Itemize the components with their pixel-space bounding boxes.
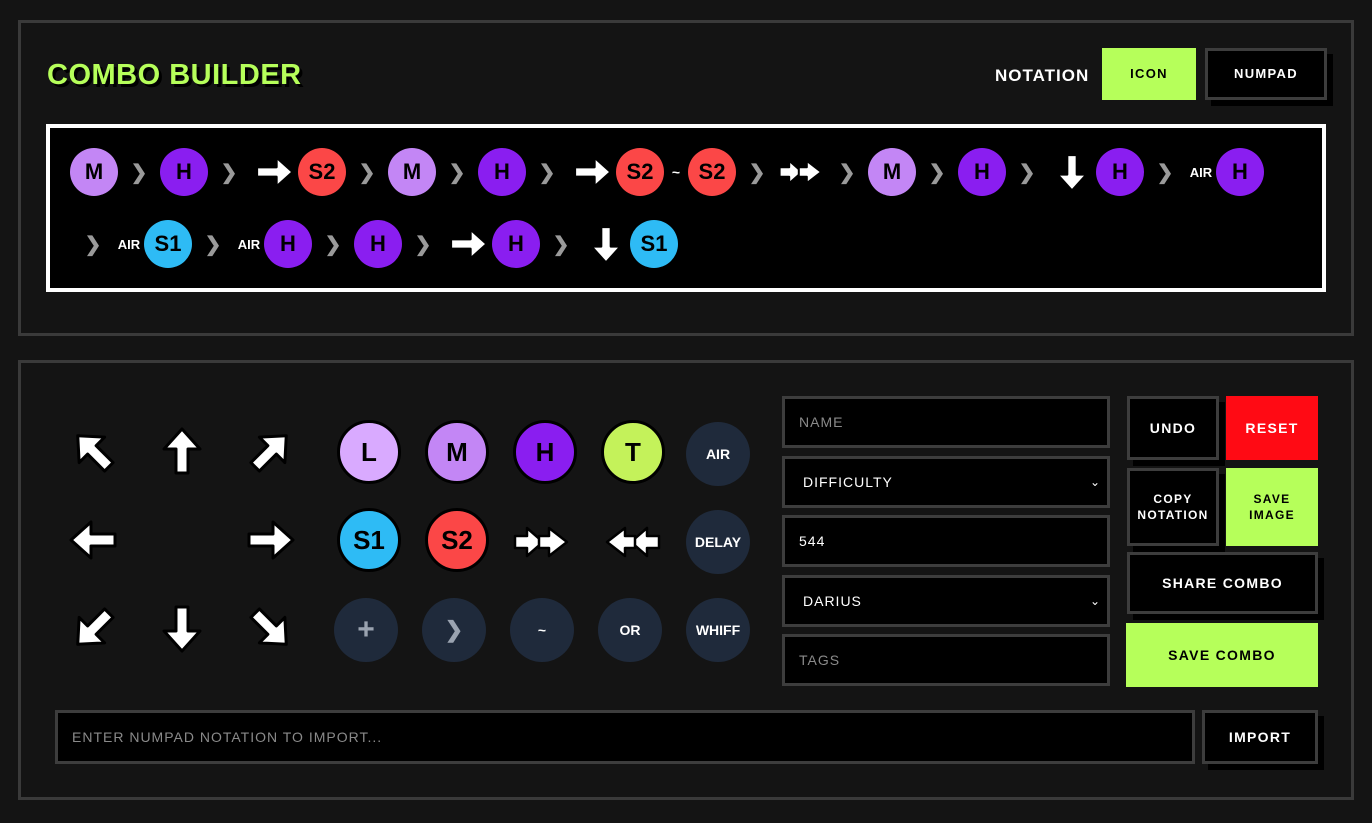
cancel-symbol: ~ xyxy=(671,164,681,180)
name-input[interactable]: NAME xyxy=(782,396,1110,448)
notation-icon-button[interactable]: ICON xyxy=(1102,48,1196,100)
medium-button[interactable]: M xyxy=(425,420,489,484)
combo-row-1: M ❯ H ❯ S2 ❯ M ❯ H ❯ S2 ~ S2 ❯ ❯ M ❯ H ❯ H ❯ AIR H xyxy=(70,148,1264,196)
tags-input[interactable]: TAGS xyxy=(782,634,1110,686)
down-arrow-icon xyxy=(582,220,630,268)
combo-button-h: H xyxy=(492,220,540,268)
chevron-right-icon: ❯ xyxy=(538,161,556,184)
dash-forward-arrow-icon xyxy=(778,148,826,196)
special1-button[interactable]: S1 xyxy=(337,508,401,572)
combo-editor-panel: L M H T AIR S1 S2 DELAY + ❯ ~ OR WHIFF N… xyxy=(18,360,1354,800)
chevron-right-icon: ❯ xyxy=(358,161,376,184)
notation-label: NOTATION xyxy=(995,66,1090,85)
chevron-right-icon: ❯ xyxy=(220,161,238,184)
combo-button-h: H xyxy=(958,148,1006,196)
chevron-right-icon: ❯ xyxy=(552,233,570,256)
share-combo-button[interactable]: SHARE COMBO xyxy=(1127,552,1318,614)
combo-button-s2: S2 xyxy=(616,148,664,196)
down-right-arrow-icon[interactable] xyxy=(240,598,300,658)
chevron-right-icon: ❯ xyxy=(84,233,102,256)
combo-button-s2: S2 xyxy=(688,148,736,196)
character-select[interactable]: DARIUS ⌄ xyxy=(782,575,1110,627)
character-value: DARIUS xyxy=(803,593,862,609)
combo-button-h: H xyxy=(354,220,402,268)
chevron-right-icon: ❯ xyxy=(1018,161,1036,184)
delay-modifier-button[interactable]: DELAY xyxy=(686,510,750,574)
combo-button-s2: S2 xyxy=(298,148,346,196)
special2-button[interactable]: S2 xyxy=(425,508,489,572)
chevron-down-icon: ⌄ xyxy=(1089,475,1101,489)
dash-forward-icon[interactable] xyxy=(511,510,575,574)
air-label: AIR xyxy=(117,236,141,252)
combo-button-s1: S1 xyxy=(144,220,192,268)
chevron-right-icon: ❯ xyxy=(748,161,766,184)
air-modifier-button[interactable]: AIR xyxy=(686,422,750,486)
air-label: AIR xyxy=(1189,164,1213,180)
combo-button-m: M xyxy=(70,148,118,196)
whiff-modifier-button[interactable]: WHIFF xyxy=(686,598,750,662)
chevron-right-icon: ❯ xyxy=(448,161,466,184)
air-label: AIR xyxy=(237,236,261,252)
tag-button[interactable]: T xyxy=(601,420,665,484)
dash-back-icon[interactable] xyxy=(599,510,663,574)
import-button[interactable]: IMPORT xyxy=(1202,710,1318,764)
up-left-arrow-icon[interactable] xyxy=(64,422,124,482)
difficulty-select[interactable]: DIFFICULTY ⌄ xyxy=(782,456,1110,508)
combo-display-panel: COMBO BUILDER NOTATION ICON NUMPAD M ❯ H ❯ S… xyxy=(18,20,1354,336)
left-arrow-icon[interactable] xyxy=(64,510,124,570)
link-modifier-button[interactable]: ❯ xyxy=(422,598,486,662)
page-title: COMBO BUILDER xyxy=(47,59,302,91)
difficulty-value: DIFFICULTY xyxy=(803,474,893,490)
undo-button[interactable]: UNDO xyxy=(1127,396,1219,460)
reset-button[interactable]: RESET xyxy=(1226,396,1318,460)
up-right-arrow-icon[interactable] xyxy=(240,422,300,482)
copy-notation-button[interactable]: COPY NOTATION xyxy=(1127,468,1219,546)
light-button[interactable]: L xyxy=(337,420,401,484)
chevron-down-icon: ⌄ xyxy=(1089,594,1101,608)
chevron-right-icon: ❯ xyxy=(204,233,222,256)
right-arrow-icon xyxy=(444,220,492,268)
combo-button-h: H xyxy=(160,148,208,196)
chevron-right-icon: ❯ xyxy=(928,161,946,184)
damage-input[interactable]: 544 xyxy=(782,515,1110,567)
down-arrow-icon[interactable] xyxy=(152,598,212,658)
save-image-button[interactable]: SAVE IMAGE xyxy=(1226,468,1318,546)
combo-button-h: H xyxy=(478,148,526,196)
right-arrow-icon[interactable] xyxy=(240,510,300,570)
save-combo-button[interactable]: SAVE COMBO xyxy=(1126,623,1318,687)
down-arrow-icon xyxy=(1048,148,1096,196)
chevron-right-icon: ❯ xyxy=(130,161,148,184)
combo-button-s1: S1 xyxy=(630,220,678,268)
combo-button-h: H xyxy=(1216,148,1264,196)
up-arrow-icon[interactable] xyxy=(152,422,212,482)
combo-button-m: M xyxy=(868,148,916,196)
combo-button-h: H xyxy=(1096,148,1144,196)
combo-button-m: M xyxy=(388,148,436,196)
import-input[interactable]: ENTER NUMPAD NOTATION TO IMPORT... xyxy=(55,710,1195,764)
notation-numpad-button[interactable]: NUMPAD xyxy=(1205,48,1327,100)
right-arrow-icon xyxy=(568,148,616,196)
plus-modifier-button[interactable]: + xyxy=(334,598,398,662)
down-left-arrow-icon[interactable] xyxy=(64,598,124,658)
right-arrow-icon xyxy=(250,148,298,196)
combo-sequence: M ❯ H ❯ S2 ❯ M ❯ H ❯ S2 ~ S2 ❯ ❯ M ❯ H ❯ H ❯ AIR H ❯ AIR S1 ❯ AIR H… xyxy=(46,124,1326,292)
combo-row-2: ❯ AIR S1 ❯ AIR H ❯ H ❯ H ❯ S1 xyxy=(72,220,678,268)
chevron-right-icon: ❯ xyxy=(324,233,342,256)
combo-button-h: H xyxy=(264,220,312,268)
or-modifier-button[interactable]: OR xyxy=(598,598,662,662)
heavy-button[interactable]: H xyxy=(513,420,577,484)
chevron-right-icon: ❯ xyxy=(838,161,856,184)
cancel-modifier-button[interactable]: ~ xyxy=(510,598,574,662)
chevron-right-icon: ❯ xyxy=(414,233,432,256)
chevron-right-icon: ❯ xyxy=(1156,161,1174,184)
